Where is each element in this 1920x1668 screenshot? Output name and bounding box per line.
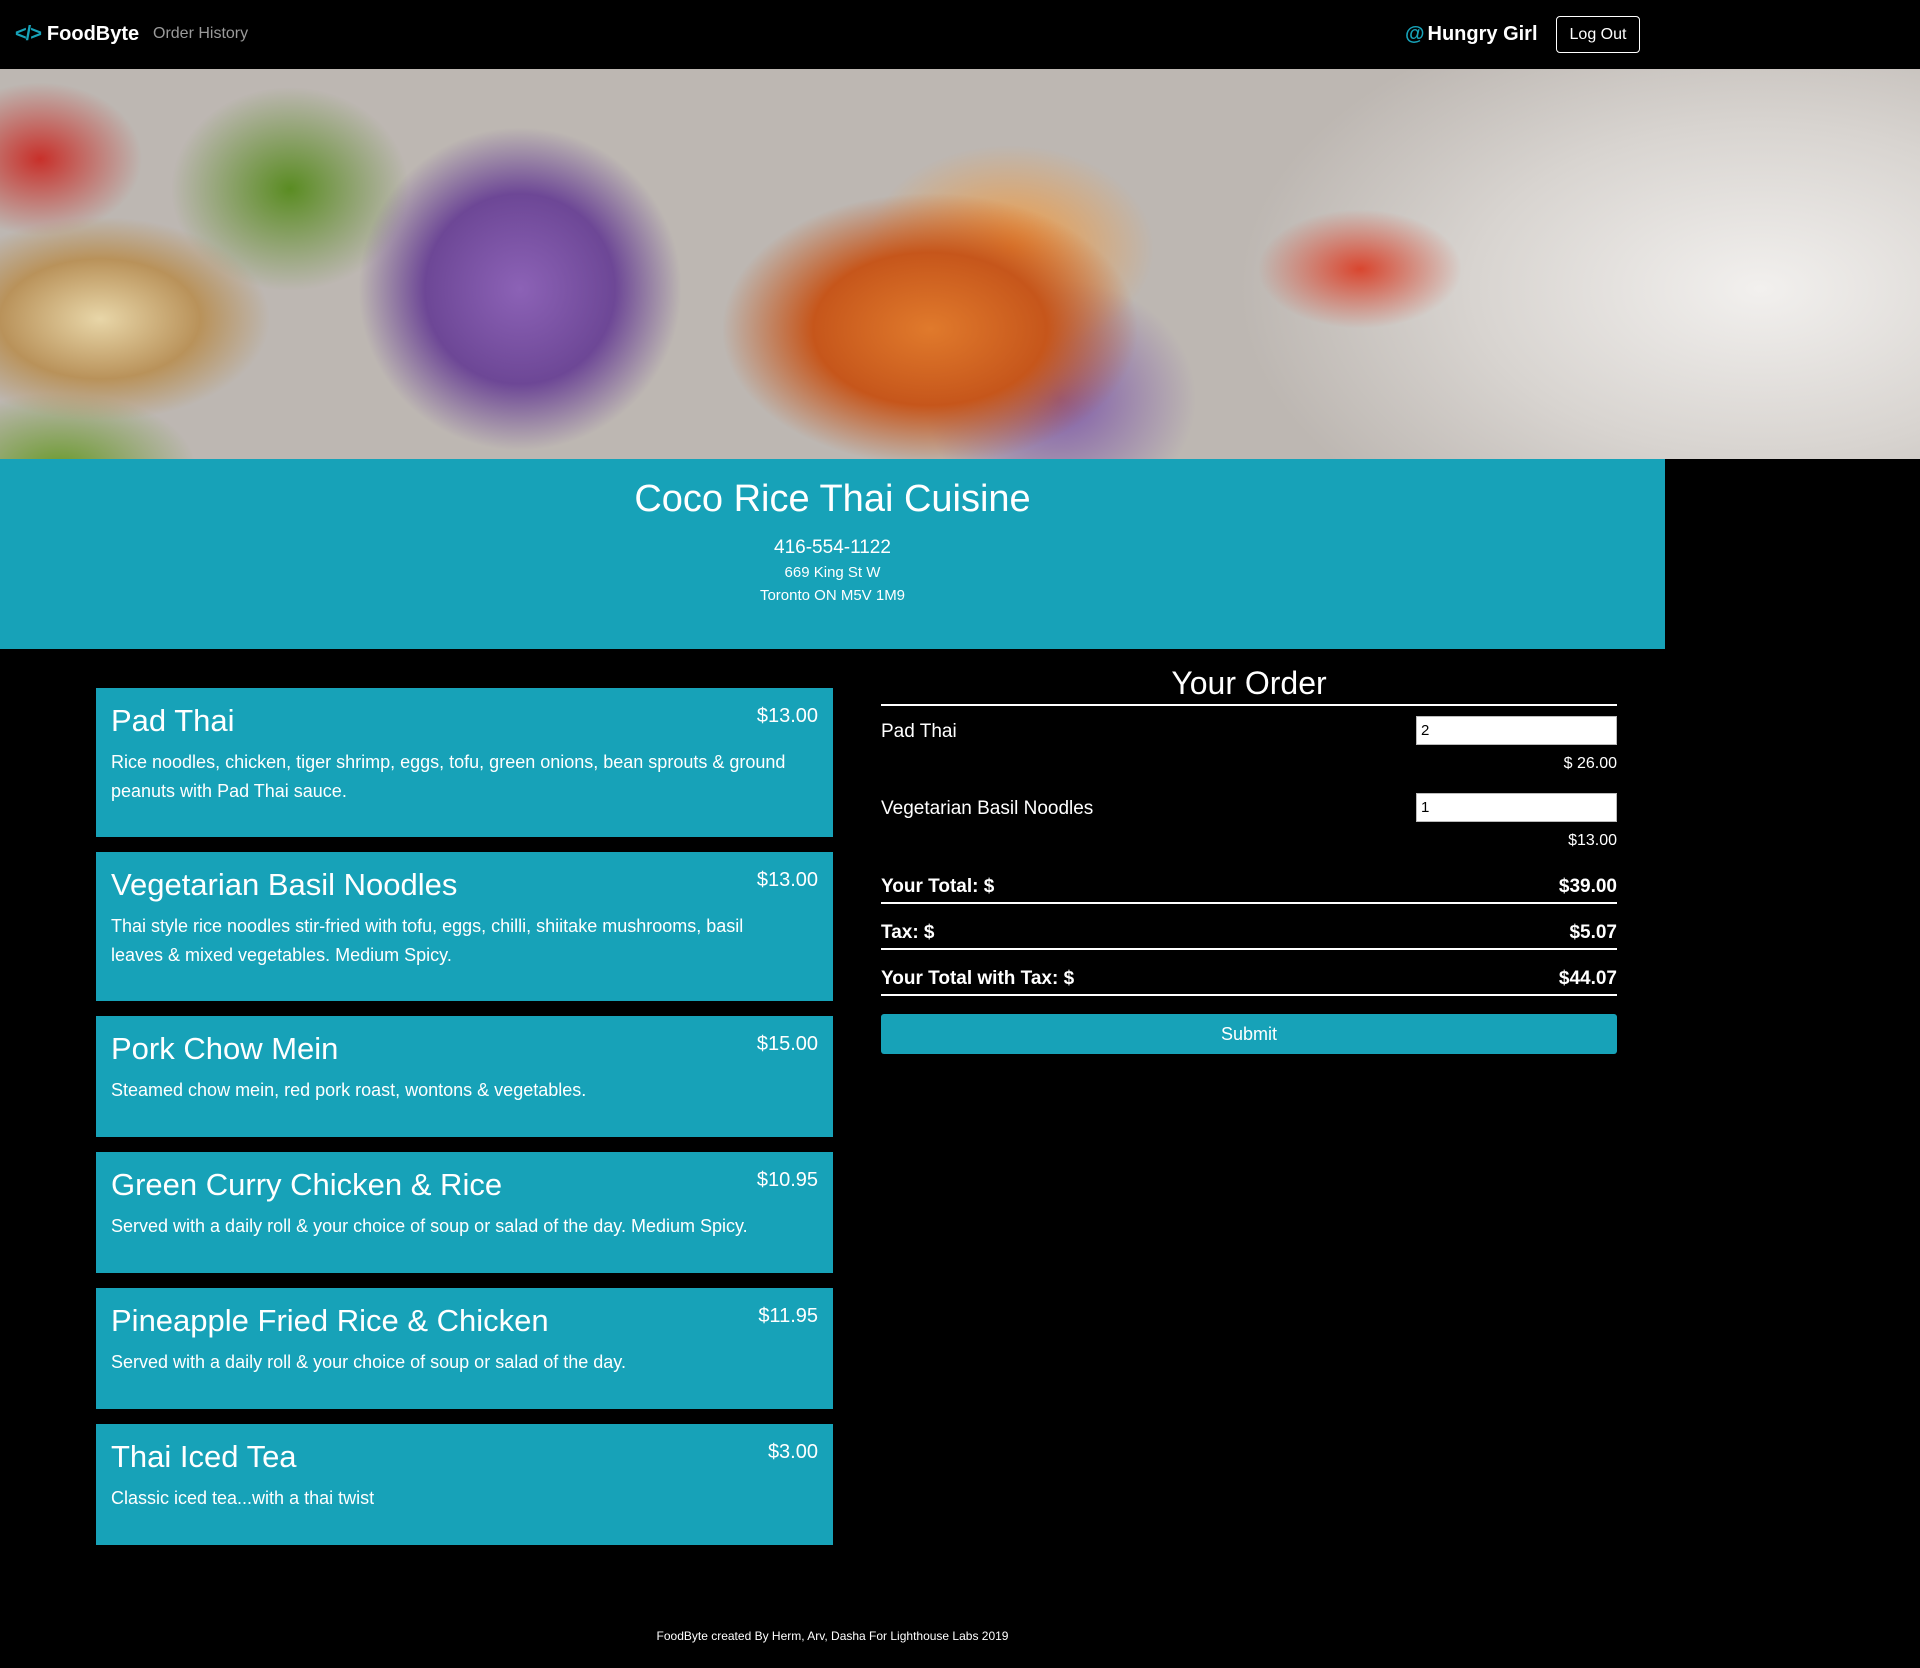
menu-item-name: Vegetarian Basil Noodles bbox=[111, 867, 458, 902]
restaurant-name: Coco Rice Thai Cuisine bbox=[634, 478, 1031, 520]
order-item-subtotal: $ 26.00 bbox=[1563, 755, 1617, 772]
user-name: Hungry Girl bbox=[1427, 23, 1538, 45]
code-icon: </> bbox=[15, 23, 42, 45]
total-row: Your Total: $ $39.00 bbox=[881, 864, 1617, 904]
restaurant-phone: 416-554-1122 bbox=[774, 537, 891, 558]
at-icon: @ bbox=[1405, 23, 1425, 45]
menu-item-name: Green Curry Chicken & Rice bbox=[111, 1167, 503, 1202]
submit-order-button[interactable]: Submit bbox=[881, 1014, 1617, 1054]
footer-credits: FoodByte created By Herm, Arv, Dasha For… bbox=[656, 1629, 1009, 1643]
brand-link[interactable]: </> FoodByte bbox=[15, 23, 139, 46]
navbar: </> FoodByte Order History @ Hungry Girl… bbox=[0, 0, 1920, 69]
quantity-input[interactable] bbox=[1416, 716, 1617, 745]
user-display: @ Hungry Girl bbox=[1405, 23, 1538, 46]
logout-button[interactable]: Log Out bbox=[1556, 16, 1640, 53]
total-with-tax-value: $44.07 bbox=[1558, 968, 1617, 989]
restaurant-address-line2: Toronto ON M5V 1M9 bbox=[759, 587, 906, 604]
menu-item-name: Thai Iced Tea bbox=[111, 1439, 297, 1474]
tax-value: $5.07 bbox=[1569, 922, 1617, 943]
menu-item-description: Rice noodles, chicken, tiger shrimp, egg… bbox=[111, 752, 786, 802]
total-label: Your Total: $ bbox=[881, 876, 995, 897]
order-panel: Your Order Pad Thai $ 26.00 Vegetarian B… bbox=[881, 664, 1617, 1054]
menu-item-price: $10.95 bbox=[756, 1169, 818, 1191]
menu-item-price: $3.00 bbox=[767, 1441, 818, 1463]
menu-item-description: Thai style rice noodles stir-fried with … bbox=[111, 916, 744, 966]
order-item: Vegetarian Basil Noodles $13.00 bbox=[881, 783, 1617, 860]
tax-label: Tax: $ bbox=[881, 922, 935, 943]
menu-item-description: Steamed chow mein, red pork roast, wonto… bbox=[111, 1080, 587, 1101]
order-item: Pad Thai $ 26.00 bbox=[881, 706, 1617, 783]
menu-item-price: $13.00 bbox=[756, 869, 818, 891]
menu-item-name: Pork Chow Mein bbox=[111, 1031, 339, 1066]
tax-row: Tax: $ $5.07 bbox=[881, 906, 1617, 950]
brand-name: FoodByte bbox=[46, 23, 140, 45]
menu-item-card[interactable]: Thai Iced Tea $3.00 Classic iced tea...w… bbox=[96, 1424, 833, 1545]
order-item-name: Pad Thai bbox=[881, 721, 957, 742]
menu-item-card[interactable]: Vegetarian Basil Noodles $13.00 Thai sty… bbox=[96, 852, 833, 1001]
menu-item-description: Classic iced tea...with a thai twist bbox=[111, 1488, 375, 1509]
menu-item-description: Served with a daily roll & your choice o… bbox=[111, 1352, 626, 1373]
menu-list: Pad Thai $13.00 Rice noodles, chicken, t… bbox=[96, 688, 833, 1560]
menu-item-description: Served with a daily roll & your choice o… bbox=[111, 1216, 748, 1237]
restaurant-address-line1: 669 King St W bbox=[784, 564, 881, 581]
menu-item-card[interactable]: Green Curry Chicken & Rice $10.95 Served… bbox=[96, 1152, 833, 1273]
menu-item-name: Pad Thai bbox=[111, 703, 235, 738]
menu-item-name: Pineapple Fried Rice & Chicken bbox=[111, 1303, 549, 1338]
order-item-name: Vegetarian Basil Noodles bbox=[881, 798, 1094, 819]
hero-food-image bbox=[0, 69, 1920, 459]
total-with-tax-label: Your Total with Tax: $ bbox=[881, 968, 1075, 989]
restaurant-banner: Coco Rice Thai Cuisine 416-554-1122 669 … bbox=[0, 459, 1665, 649]
order-item-subtotal: $13.00 bbox=[1568, 832, 1617, 849]
quantity-input[interactable] bbox=[1416, 793, 1617, 822]
menu-item-card[interactable]: Pork Chow Mein $15.00 Steamed chow mein,… bbox=[96, 1016, 833, 1137]
total-with-tax-row: Your Total with Tax: $ $44.07 bbox=[881, 952, 1617, 996]
menu-item-price: $15.00 bbox=[756, 1033, 818, 1055]
menu-item-card[interactable]: Pad Thai $13.00 Rice noodles, chicken, t… bbox=[96, 688, 833, 837]
menu-item-card[interactable]: Pineapple Fried Rice & Chicken $11.95 Se… bbox=[96, 1288, 833, 1409]
order-history-link[interactable]: Order History bbox=[153, 25, 248, 43]
order-title: Your Order bbox=[881, 664, 1617, 706]
total-value: $39.00 bbox=[1558, 876, 1617, 897]
menu-item-price: $11.95 bbox=[758, 1305, 818, 1327]
menu-item-price: $13.00 bbox=[756, 705, 818, 727]
